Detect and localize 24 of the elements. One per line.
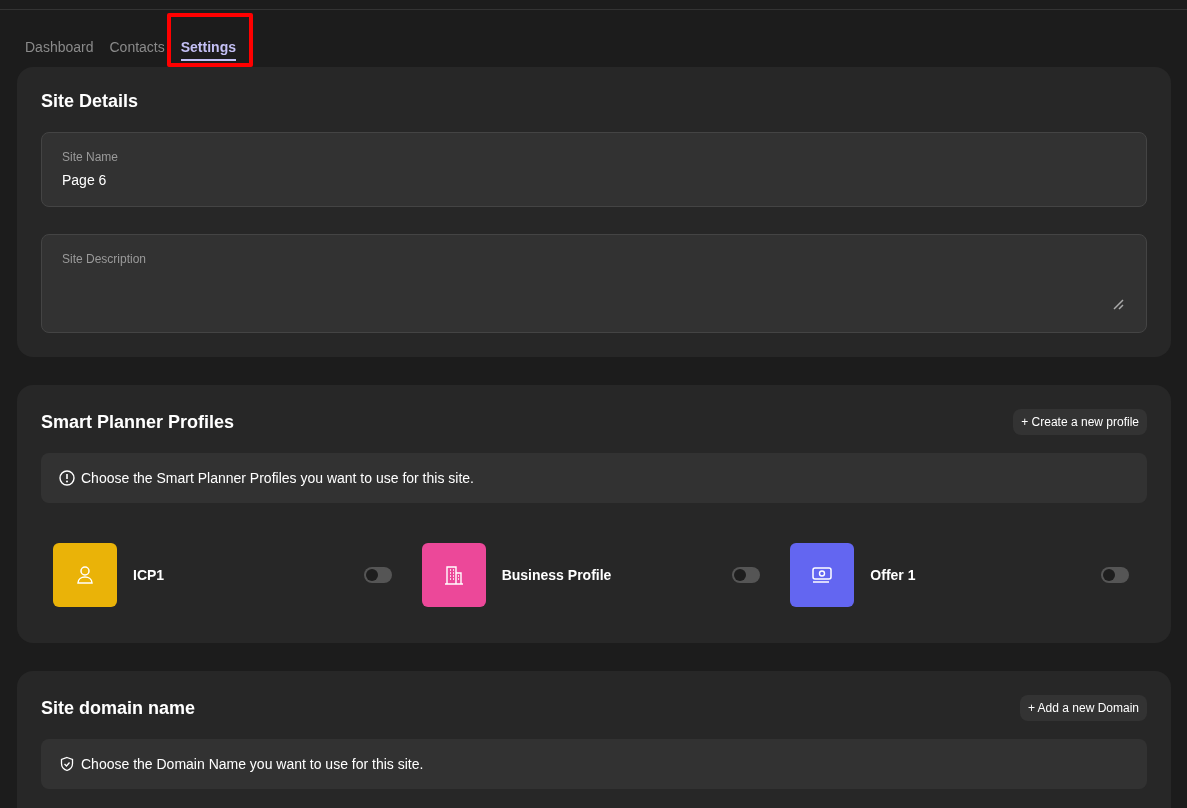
banknote-icon — [810, 564, 835, 586]
section-title: Site domain name — [41, 697, 196, 719]
profile-name: Offer 1 — [870, 567, 917, 583]
info-text: Choose the Smart Planner Profiles you want to use for this site. — [81, 470, 474, 486]
profile-name: Business Profile — [501, 567, 613, 583]
info-text: Choose the Domain Name you want to use for this site. — [81, 756, 424, 772]
site-name-field[interactable]: Site Name Page 6 — [41, 132, 1147, 207]
nav-tab[interactable]: Settings — [180, 37, 236, 61]
create-profile-button[interactable]: + Create a new profile — [1013, 409, 1147, 435]
section-title: Smart Planner Profiles — [41, 411, 235, 433]
person-icon — [74, 564, 96, 586]
site-description-field[interactable]: Site Description — [41, 234, 1147, 333]
toggle-switch[interactable] — [732, 567, 761, 583]
shield-check-icon — [59, 756, 75, 772]
profile-name: ICP1 — [133, 567, 166, 583]
nav-tab[interactable]: Dashboard — [25, 37, 94, 59]
toggle-switch[interactable] — [1101, 567, 1129, 583]
building-icon — [442, 564, 465, 586]
add-domain-button[interactable]: + Add a new Domain — [1019, 695, 1147, 721]
toggle-switch[interactable] — [363, 567, 392, 583]
section-title: Site Details — [41, 91, 140, 112]
info-icon — [59, 470, 75, 486]
resize-grip-icon[interactable] — [1112, 298, 1124, 310]
nav-tab[interactable]: Contacts — [109, 37, 165, 59]
